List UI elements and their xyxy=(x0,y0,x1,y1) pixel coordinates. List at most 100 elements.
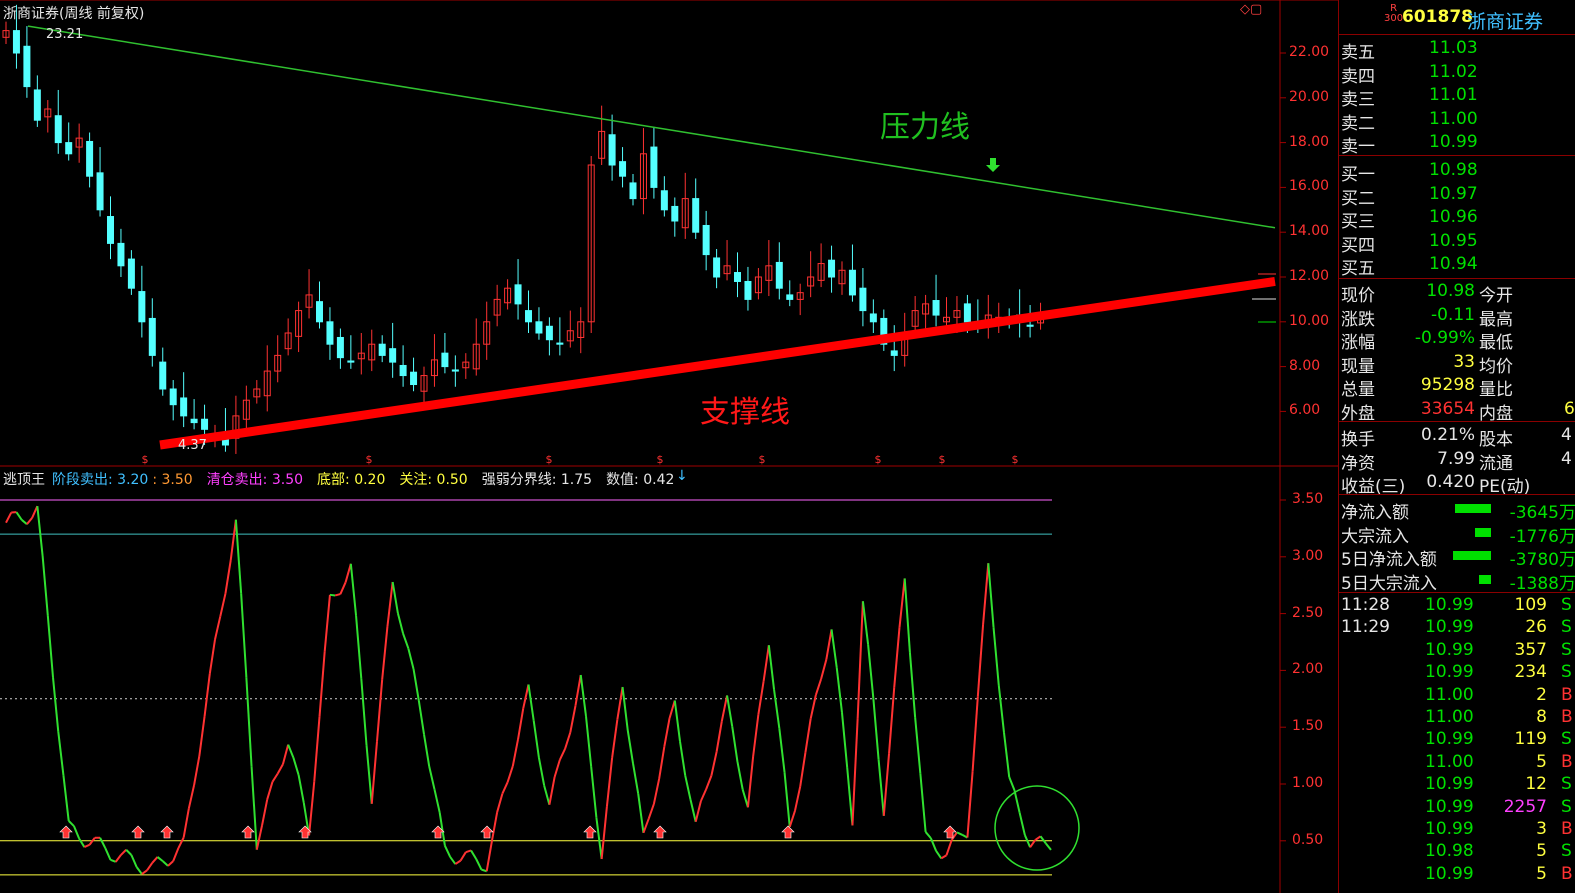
stat-label: 现量 xyxy=(1341,356,1375,377)
indicator-segment xyxy=(511,739,520,767)
indicator-segment xyxy=(417,700,425,735)
trade-price: 10.99 xyxy=(1425,819,1474,839)
candle xyxy=(838,261,846,295)
indicator-segment xyxy=(731,726,739,763)
indicator-segment xyxy=(982,563,990,625)
indicator-segment xyxy=(496,793,504,813)
bid-price: 10.94 xyxy=(1429,254,1478,274)
stat-label: 涨幅 xyxy=(1341,333,1375,353)
indicator-segment xyxy=(532,720,540,758)
candle xyxy=(587,156,595,333)
candle xyxy=(869,299,877,333)
indicator-segment xyxy=(459,851,467,862)
indicator-segment xyxy=(490,812,499,842)
indicator-segment xyxy=(558,748,566,761)
indicator-segment xyxy=(600,806,608,860)
bid-price: 10.97 xyxy=(1429,183,1478,204)
ask-label: 卖二 xyxy=(1341,113,1375,134)
candle xyxy=(566,310,574,348)
indicator-axis-label: 2.50 xyxy=(1292,604,1324,621)
trade-row: 11:29 10.99 26 S xyxy=(1339,616,1575,639)
bid-label: 买二 xyxy=(1341,188,1375,209)
indicator-segment xyxy=(569,705,577,733)
candle xyxy=(86,132,94,188)
indicator-segment xyxy=(245,677,253,767)
window-control-icons[interactable]: ◇▢ xyxy=(1240,2,1262,17)
bid-price: 10.95 xyxy=(1429,230,1478,251)
indicator-segment xyxy=(120,849,127,856)
indicator-segment xyxy=(684,775,692,800)
flow-label: 净流入额 xyxy=(1341,503,1409,523)
trade-price: 11.00 xyxy=(1425,707,1474,727)
indicator-segment xyxy=(329,593,336,597)
trade-volume: 2257 xyxy=(1503,796,1547,817)
indicator-segment xyxy=(956,831,963,836)
indicator-segment xyxy=(67,820,75,827)
trade-direction: S xyxy=(1561,639,1572,660)
candle xyxy=(922,294,930,330)
candle xyxy=(1016,289,1024,338)
chart-title: 浙商证券(周线 前复权) xyxy=(3,6,145,22)
candle xyxy=(180,372,188,428)
indicator-segment xyxy=(360,678,368,746)
indicator-segment xyxy=(846,767,854,826)
candle xyxy=(556,317,564,356)
stat-value: -0.11 xyxy=(1431,304,1475,325)
candle xyxy=(274,335,282,383)
candle xyxy=(493,284,501,327)
max-price-label: 23.21 xyxy=(46,27,84,42)
indicator-axis-label: 3.50 xyxy=(1292,491,1324,507)
indicator-segment xyxy=(375,679,384,742)
indicator-legend: 阶段卖出: 3.20: 3.50 清仓卖出: 3.50 底部: 0.20 关注: 0.… xyxy=(52,469,688,489)
trade-direction: S xyxy=(1561,617,1572,638)
indicator-segment xyxy=(647,803,655,820)
indicator-segment xyxy=(41,555,49,616)
ask-price: 10.99 xyxy=(1429,132,1478,152)
trade-price: 10.99 xyxy=(1425,863,1474,884)
trade-price: 11.00 xyxy=(1425,751,1474,772)
indicator-segment xyxy=(642,818,650,834)
trade-direction: B xyxy=(1561,751,1573,772)
flow-label: 5日大宗流入 xyxy=(1341,573,1437,594)
indicator-segment xyxy=(83,843,91,848)
candle xyxy=(650,126,658,199)
indicator-segment xyxy=(522,684,530,709)
trade-volume: 3 xyxy=(1536,819,1547,839)
candle xyxy=(702,210,710,271)
fund-value-2: 4 xyxy=(1561,448,1572,469)
indicator-segment xyxy=(710,751,718,776)
indicator-segment xyxy=(78,838,86,848)
indicator-segment xyxy=(334,593,341,597)
trade-price: 11.00 xyxy=(1425,684,1474,705)
candle xyxy=(932,274,940,327)
trade-volume: 5 xyxy=(1536,841,1547,862)
ask-price: 11.03 xyxy=(1429,38,1478,58)
indicator-axis-label: 0.50 xyxy=(1292,831,1324,848)
trade-volume: 5 xyxy=(1536,751,1547,772)
indicator-segment xyxy=(313,716,321,782)
ask-label: 卖五 xyxy=(1341,43,1375,63)
indicator-segment xyxy=(370,741,378,804)
fund-label: 净资 xyxy=(1341,453,1375,474)
candle xyxy=(535,307,543,340)
indicator-segment xyxy=(454,859,462,865)
indicator-segment xyxy=(214,616,222,640)
kline-chart-area[interactable]: $ $ $ $ $ $ $ $ 浙商证券(周线 前复权) ◇▢ 23.21 4.37 压力线 … xyxy=(0,0,1338,893)
price-axis-label: 22.00 xyxy=(1289,44,1330,60)
bid-row: 买四 10.95 xyxy=(1339,230,1575,256)
trade-direction: S xyxy=(1561,729,1572,750)
indicator-segment xyxy=(21,519,28,525)
bid-row: 买一 10.98 xyxy=(1339,159,1575,185)
signal-marker: $ xyxy=(657,453,664,466)
fund-value: 0.21% xyxy=(1420,425,1475,445)
candle xyxy=(107,196,114,260)
flow-value: -1388万 xyxy=(1509,573,1575,594)
indicator-segment xyxy=(470,849,478,860)
candle xyxy=(221,408,229,452)
candle xyxy=(807,251,815,298)
trade-price: 10.99 xyxy=(1425,617,1474,638)
indicator-axis-label: 2.00 xyxy=(1292,661,1324,678)
candle xyxy=(96,147,104,217)
indicator-segment xyxy=(694,800,702,823)
support-line-label: 支撑线 xyxy=(700,395,790,430)
